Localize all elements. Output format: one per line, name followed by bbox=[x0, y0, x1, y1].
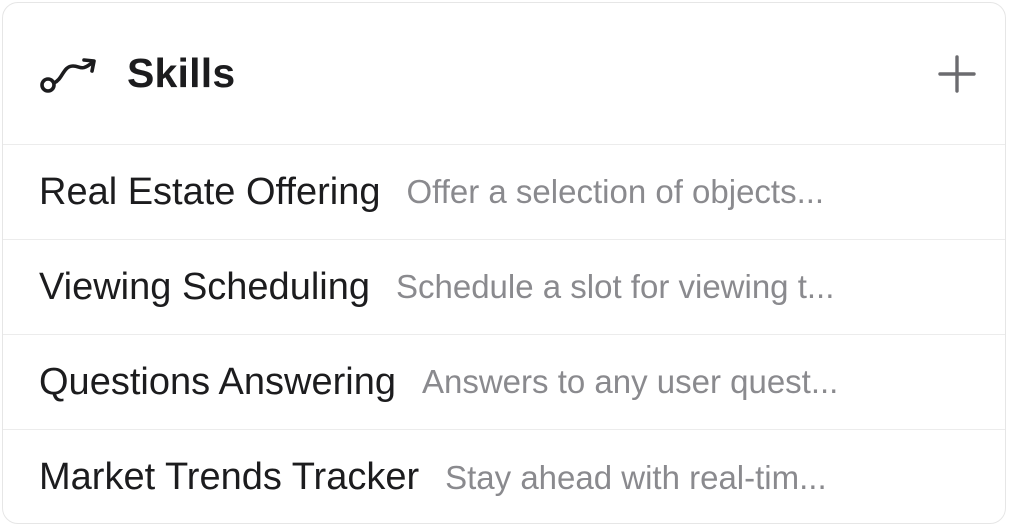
skills-curve-arrow-icon bbox=[37, 52, 99, 96]
skill-name: Market Trends Tracker bbox=[39, 456, 420, 498]
skills-header: Skills bbox=[3, 3, 1005, 145]
skill-row-viewing-scheduling[interactable]: Viewing Scheduling Schedule a slot for v… bbox=[3, 240, 1005, 335]
skills-panel: Skills Real Estate Offering Offer a sele… bbox=[2, 2, 1006, 524]
skill-description: Schedule a slot for viewing t... bbox=[395, 268, 835, 305]
skill-name: Real Estate Offering bbox=[39, 170, 381, 213]
skill-row-market-trends-tracker[interactable]: Market Trends Tracker Stay ahead with re… bbox=[3, 430, 1005, 523]
add-skill-button[interactable] bbox=[935, 52, 979, 96]
skill-description: Answers to any user quest... bbox=[421, 363, 839, 400]
plus-icon bbox=[938, 54, 976, 93]
panel-title: Skills bbox=[127, 50, 236, 96]
skill-description: Stay ahead with real-tim... bbox=[445, 458, 827, 496]
skill-name: Questions Answering bbox=[39, 360, 396, 403]
skill-name: Viewing Scheduling bbox=[39, 265, 370, 308]
skill-description: Offer a selection of objects... bbox=[406, 173, 825, 210]
skill-row-real-estate-offering[interactable]: Real Estate Offering Offer a selection o… bbox=[3, 145, 1005, 240]
skill-row-questions-answering[interactable]: Questions Answering Answers to any user … bbox=[3, 335, 1005, 430]
